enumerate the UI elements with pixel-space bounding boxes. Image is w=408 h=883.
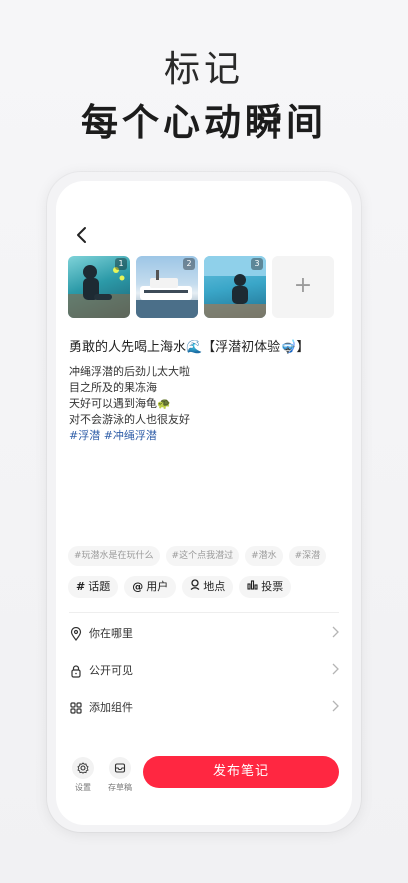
tool-label: 用户: [146, 580, 169, 593]
draft-box-icon: [109, 757, 131, 779]
location-row[interactable]: 你在哪里: [69, 621, 339, 645]
visibility-row[interactable]: 公开可见: [69, 658, 339, 682]
tool-label: 地点: [203, 580, 226, 593]
suggested-topics: #玩潜水是在玩什么 #这个点我潜过 #潜水 #深潜: [68, 546, 327, 566]
image-index-badge: 1: [115, 258, 127, 270]
hashtag-line[interactable]: #浮潜 #冲绳浮潜: [69, 428, 339, 444]
location-pin-icon: [190, 576, 200, 598]
image-thumbnail-3[interactable]: 3: [204, 256, 266, 318]
chevron-right-icon: [331, 663, 339, 678]
row-label: 你在哪里: [89, 627, 133, 640]
note-body[interactable]: 冲绳浮潜的后劲儿太大啦 目之所及的果冻海 天好可以遇到海龟🐢 对不会游泳的人也很…: [69, 364, 339, 444]
add-image-button[interactable]: +: [272, 256, 334, 318]
location-button[interactable]: 地点: [182, 576, 234, 598]
topic-button[interactable]: # 话题: [68, 576, 119, 598]
suggested-topic-chip[interactable]: #这个点我潜过: [165, 546, 240, 566]
at-icon: @: [132, 580, 144, 593]
divider: [69, 612, 339, 613]
poll-button[interactable]: 投票: [239, 576, 292, 598]
note-editor-screen: 1 2 3 + 勇敢的人先喝上海水🌊【浮潜初体验🤿】 冲绳浮潜的后劲儿太大啦 目…: [56, 181, 352, 825]
insert-toolbar: # 话题 @ 用户 地点 投票: [68, 576, 292, 598]
image-strip: 1 2 3 +: [68, 256, 334, 318]
tool-label: 投票: [261, 580, 284, 593]
suggested-topic-chip[interactable]: #深潜: [288, 546, 327, 566]
publish-note-button[interactable]: 发布笔记: [143, 756, 339, 788]
location-icon: [69, 626, 83, 641]
grid-icon: [69, 700, 83, 714]
gear-icon: [72, 757, 94, 779]
row-label: 添加组件: [89, 701, 133, 714]
mention-user-button[interactable]: @ 用户: [124, 576, 177, 598]
body-line: 天好可以遇到海龟🐢: [69, 397, 171, 410]
image-index-badge: 3: [251, 258, 263, 270]
tool-label: 话题: [88, 580, 111, 593]
draft-label: 存草稿: [108, 783, 132, 792]
suggested-topic-chip[interactable]: #潜水: [245, 546, 283, 566]
lock-icon: [69, 663, 83, 678]
hash-icon: #: [76, 580, 86, 593]
chevron-left-icon[interactable]: [72, 225, 92, 245]
settings-button[interactable]: 设置: [69, 757, 97, 793]
image-thumbnail-2[interactable]: 2: [136, 256, 198, 318]
image-index-badge: 2: [183, 258, 195, 270]
image-thumbnail-1[interactable]: 1: [68, 256, 130, 318]
body-line: 目之所及的果冻海: [69, 381, 157, 394]
note-title[interactable]: 勇敢的人先喝上海水🌊【浮潜初体验🤿】: [69, 336, 344, 355]
add-component-row[interactable]: 添加组件: [69, 695, 339, 719]
headline-line1: 标记: [163, 49, 244, 90]
chevron-right-icon: [331, 626, 339, 641]
body-line: 对不会游泳的人也很友好: [69, 413, 190, 426]
suggested-topic-chip[interactable]: #玩潜水是在玩什么: [68, 546, 160, 566]
body-line: 冲绳浮潜的后劲儿太大啦: [69, 365, 190, 378]
chevron-right-icon: [331, 700, 339, 715]
settings-label: 设置: [75, 783, 91, 792]
row-label: 公开可见: [89, 664, 133, 677]
headline-line2: 每个心动瞬间: [81, 101, 327, 144]
save-draft-button[interactable]: 存草稿: [106, 757, 134, 793]
poll-icon: [247, 576, 258, 598]
